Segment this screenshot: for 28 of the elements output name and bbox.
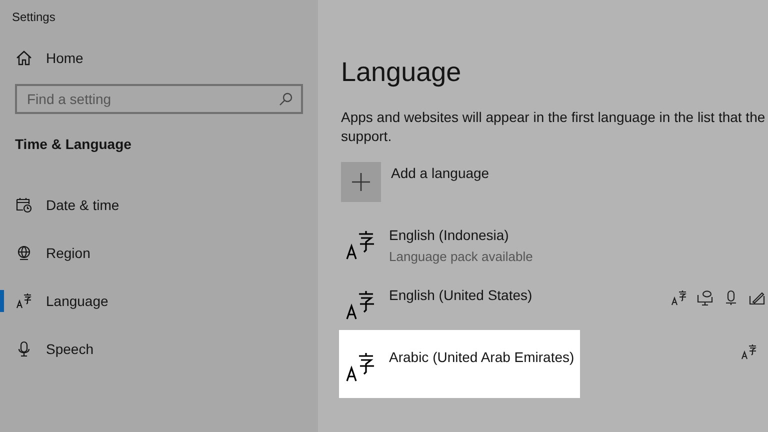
search-field[interactable]: Find a setting bbox=[15, 84, 303, 114]
window-title: Settings bbox=[11, 9, 56, 26]
sidebar-item[interactable]: Language bbox=[0, 277, 318, 325]
section-heading: Time & Language bbox=[14, 135, 132, 154]
page-title: Language bbox=[341, 56, 462, 88]
language-icon bbox=[345, 230, 375, 260]
language-icon bbox=[345, 290, 375, 320]
sidebar-item[interactable]: Date & time bbox=[0, 181, 318, 229]
intro-text: Apps and websites will appear in the first language in the list that the support. bbox=[341, 108, 766, 146]
add-language-button[interactable]: Add a language bbox=[341, 162, 768, 202]
calendar-icon bbox=[16, 197, 32, 213]
home-link[interactable]: Home bbox=[0, 40, 318, 76]
display-icon bbox=[697, 290, 713, 306]
plus-icon bbox=[352, 173, 370, 191]
search-icon bbox=[279, 92, 293, 106]
globe-icon bbox=[16, 245, 32, 261]
sidebar-item[interactable]: Speech bbox=[0, 325, 318, 373]
handwriting-icon bbox=[749, 290, 765, 306]
sidebar-item[interactable]: Region bbox=[0, 229, 318, 277]
language-list-entry[interactable]: English (Indonesia) Language pack available bbox=[341, 216, 768, 276]
microphone-icon bbox=[16, 341, 32, 357]
home-icon bbox=[16, 50, 32, 66]
language-icon bbox=[345, 352, 375, 382]
microphone-icon bbox=[723, 290, 739, 306]
language-pack-icon bbox=[741, 344, 757, 360]
language-list-entry[interactable]: English (United States) bbox=[341, 276, 768, 330]
language-pack-icon bbox=[671, 290, 687, 306]
language-icon bbox=[16, 293, 32, 309]
